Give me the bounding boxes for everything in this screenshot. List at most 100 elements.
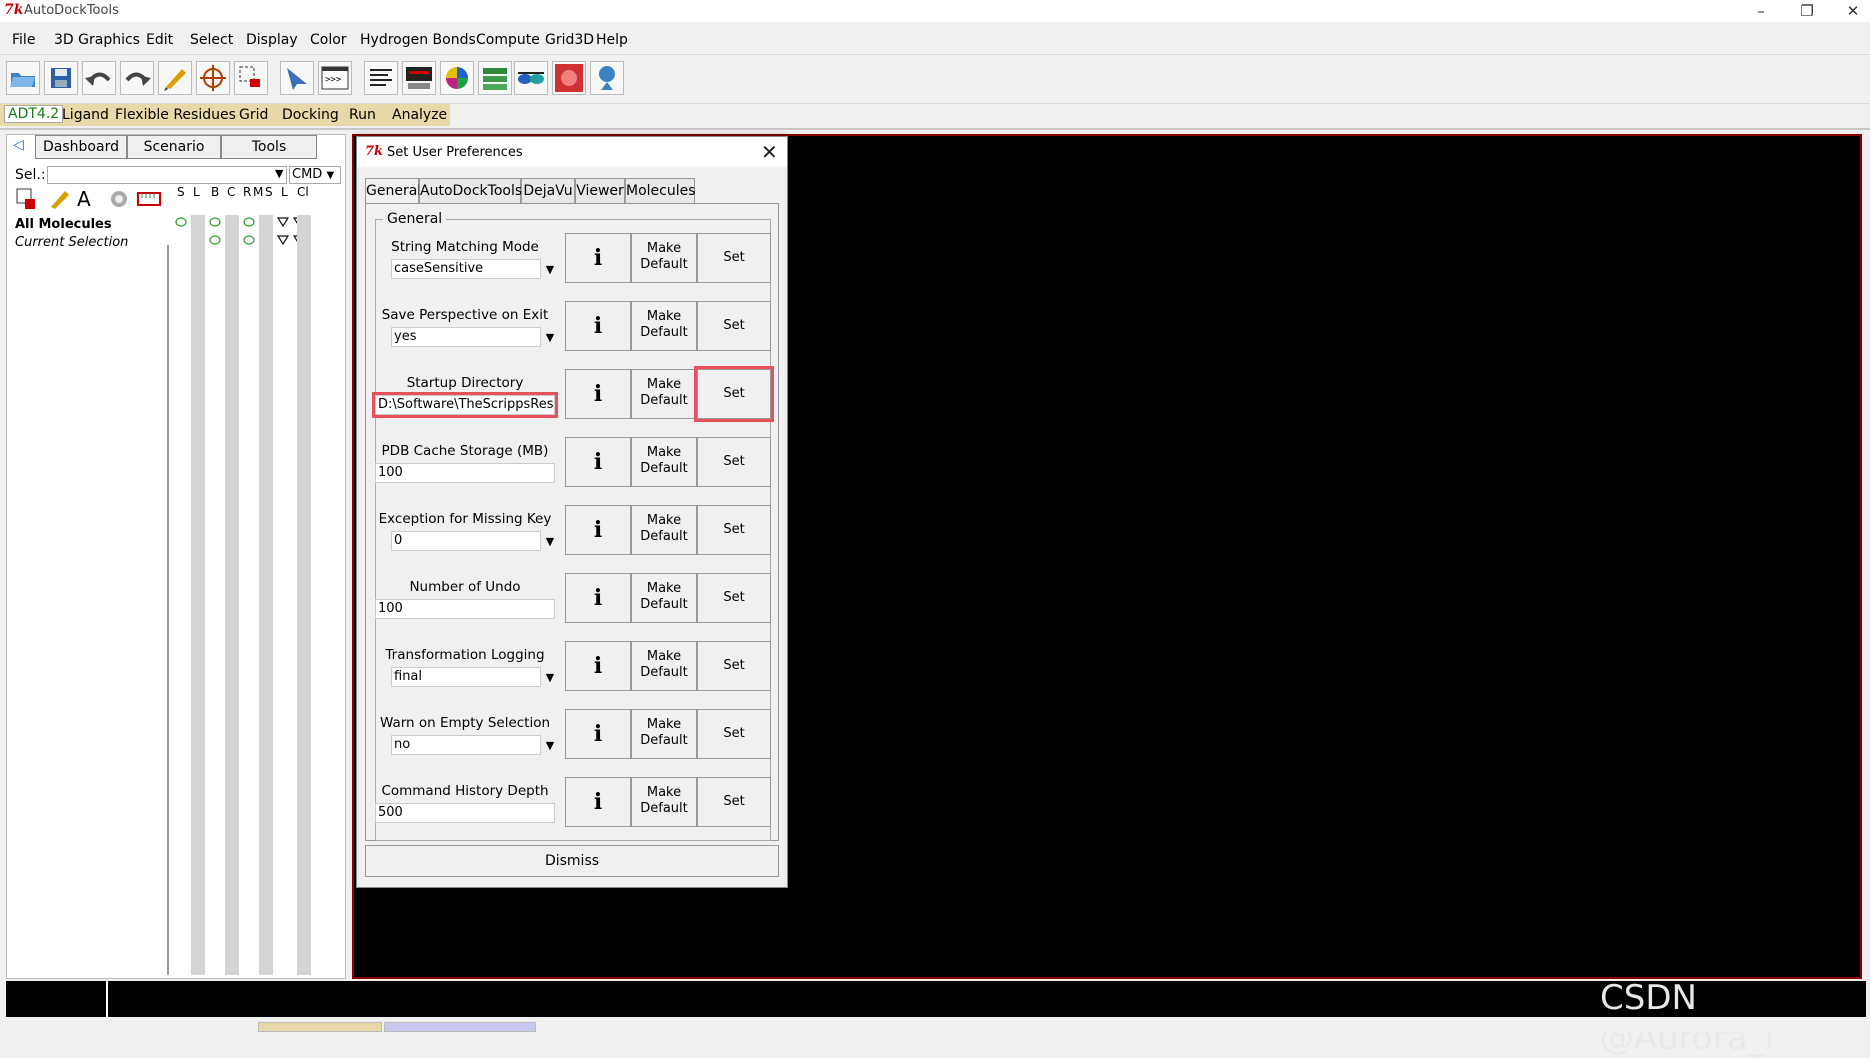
menu-select[interactable]: Select <box>190 32 233 48</box>
tab-autodocktools[interactable]: AutoDockTools <box>419 178 522 204</box>
make-default-button[interactable]: Make Default <box>631 437 697 487</box>
set-button[interactable]: Set <box>694 366 774 422</box>
menu-color[interactable]: Color <box>310 32 347 48</box>
make-default-button[interactable]: Make Default <box>631 641 697 691</box>
info-button[interactable]: i <box>565 505 631 555</box>
module-ligand[interactable]: Ligand <box>62 107 109 123</box>
make-default-button[interactable]: Make Default <box>631 573 697 623</box>
save-icon[interactable] <box>44 61 78 95</box>
pref-entry-field[interactable]: 500 <box>375 803 555 823</box>
redo-icon[interactable] <box>120 61 154 95</box>
info-button[interactable]: i <box>565 301 631 351</box>
menu-3d-graphics[interactable]: 3D Graphics <box>54 32 140 48</box>
set-button[interactable]: Set <box>697 437 771 487</box>
tab-tools[interactable]: Tools <box>221 135 317 159</box>
pointer-hand-icon[interactable] <box>280 61 314 95</box>
selection-dropdown-icon[interactable]: ▼ <box>275 167 283 180</box>
pref-entry-field[interactable]: 100 <box>375 599 555 619</box>
module-run[interactable]: Run <box>349 107 376 123</box>
set-button[interactable]: Set <box>697 301 771 351</box>
make-default-button[interactable]: Make Default <box>631 301 697 351</box>
display-panel-icon[interactable] <box>402 61 436 95</box>
info-button[interactable]: i <box>565 573 631 623</box>
info-button[interactable]: i <box>565 369 631 419</box>
module-adt42[interactable]: ADT4.2 <box>4 105 64 123</box>
stereo-glasses-icon[interactable] <box>514 61 548 95</box>
surface-render-icon[interactable] <box>552 61 586 95</box>
chevron-down-icon[interactable]: ▼ <box>543 737 557 755</box>
make-default-button[interactable]: Make Default <box>631 233 697 283</box>
chevron-down-icon[interactable]: ▼ <box>543 669 557 687</box>
menu-help[interactable]: Help <box>596 32 628 48</box>
make-default-button[interactable]: Make Default <box>631 777 697 827</box>
set-button[interactable]: Set <box>697 505 771 555</box>
module-flexible-residues[interactable]: Flexible Residues <box>115 107 236 123</box>
text-lines-icon[interactable] <box>364 61 398 95</box>
pmv-logo-icon[interactable] <box>590 61 624 95</box>
minimize-button[interactable]: – <box>1738 0 1784 22</box>
menu-grid3d[interactable]: Grid3D <box>545 32 594 48</box>
menu-hydrogen-bonds[interactable]: Hydrogen Bonds <box>360 32 476 48</box>
color-cube-icon[interactable] <box>440 61 474 95</box>
pref-combobox[interactable]: final <box>391 667 541 687</box>
info-button[interactable]: i <box>565 641 631 691</box>
label-tool-icon[interactable]: A <box>77 187 101 211</box>
selection-input[interactable] <box>47 166 287 184</box>
info-button[interactable]: i <box>565 233 631 283</box>
molecule-list-icon[interactable] <box>478 61 512 95</box>
chevron-down-icon[interactable]: ▼ <box>543 329 557 347</box>
module-analyze[interactable]: Analyze <box>392 107 447 123</box>
collapse-arrow-icon[interactable]: ◁ <box>13 137 31 155</box>
info-button[interactable]: i <box>565 777 631 827</box>
info-button[interactable]: i <box>565 709 631 759</box>
tab-dejavu[interactable]: DejaVu <box>521 178 575 204</box>
crosshair-icon[interactable] <box>196 61 230 95</box>
pref-combobox[interactable]: no <box>391 735 541 755</box>
set-button[interactable]: Set <box>697 641 771 691</box>
close-icon[interactable]: ✕ <box>761 140 778 164</box>
make-default-button[interactable]: Make Default <box>631 505 697 555</box>
menu-edit[interactable]: Edit <box>146 32 173 48</box>
restore-button[interactable]: ❐ <box>1784 0 1830 22</box>
tree-current-selection[interactable]: Current Selection <box>15 235 128 250</box>
dismiss-button[interactable]: Dismiss <box>365 845 779 877</box>
make-default-button[interactable]: Make Default <box>631 369 697 419</box>
pref-combobox[interactable]: 0 <box>391 531 541 551</box>
chevron-down-icon[interactable]: ▼ <box>543 261 557 279</box>
tree-all-molecules[interactable]: All Molecules <box>15 217 112 232</box>
menu-display[interactable]: Display <box>246 32 298 48</box>
pref-combobox[interactable]: yes <box>391 327 541 347</box>
cmd-dropdown[interactable]: CMD ▼ <box>289 166 341 184</box>
menu-file[interactable]: File <box>12 32 35 48</box>
chevron-down-icon[interactable]: ▼ <box>543 533 557 551</box>
pref-entry-field[interactable]: D:\Software\TheScrippsResea <box>372 392 558 418</box>
set-button[interactable]: Set <box>697 573 771 623</box>
tab-scenario[interactable]: Scenario <box>127 135 221 159</box>
slider-handle[interactable] <box>106 981 108 1017</box>
tab-general[interactable]: General <box>365 178 421 204</box>
undo-icon[interactable] <box>82 61 116 95</box>
set-button[interactable]: Set <box>697 709 771 759</box>
pref-entry-field[interactable]: 100 <box>375 463 555 483</box>
settings-gear-icon[interactable] <box>107 187 131 211</box>
info-button[interactable]: i <box>565 437 631 487</box>
pref-row: Exception for Missing Key 0 ▼ i Make Default… <box>375 497 771 565</box>
select-tool-icon[interactable] <box>15 187 39 211</box>
selection-box-icon[interactable] <box>234 61 268 95</box>
module-docking[interactable]: Docking <box>282 107 339 123</box>
close-window-button[interactable]: ✕ <box>1830 0 1870 22</box>
python-shell-icon[interactable]: >>> <box>318 61 352 95</box>
open-folder-icon[interactable] <box>6 61 40 95</box>
tab-dashboard[interactable]: Dashboard <box>35 135 127 159</box>
menu-compute[interactable]: Compute <box>476 32 540 48</box>
pref-combobox[interactable]: caseSensitive <box>391 259 541 279</box>
tab-viewer[interactable]: Viewer <box>575 178 625 204</box>
tab-molecules[interactable]: Molecules <box>625 178 696 204</box>
pencil-icon[interactable] <box>158 61 192 95</box>
edit-tool-icon[interactable] <box>47 187 71 211</box>
ruler-icon[interactable] <box>137 187 161 211</box>
set-button[interactable]: Set <box>697 233 771 283</box>
module-grid[interactable]: Grid <box>239 107 268 123</box>
set-button[interactable]: Set <box>697 777 771 827</box>
make-default-button[interactable]: Make Default <box>631 709 697 759</box>
